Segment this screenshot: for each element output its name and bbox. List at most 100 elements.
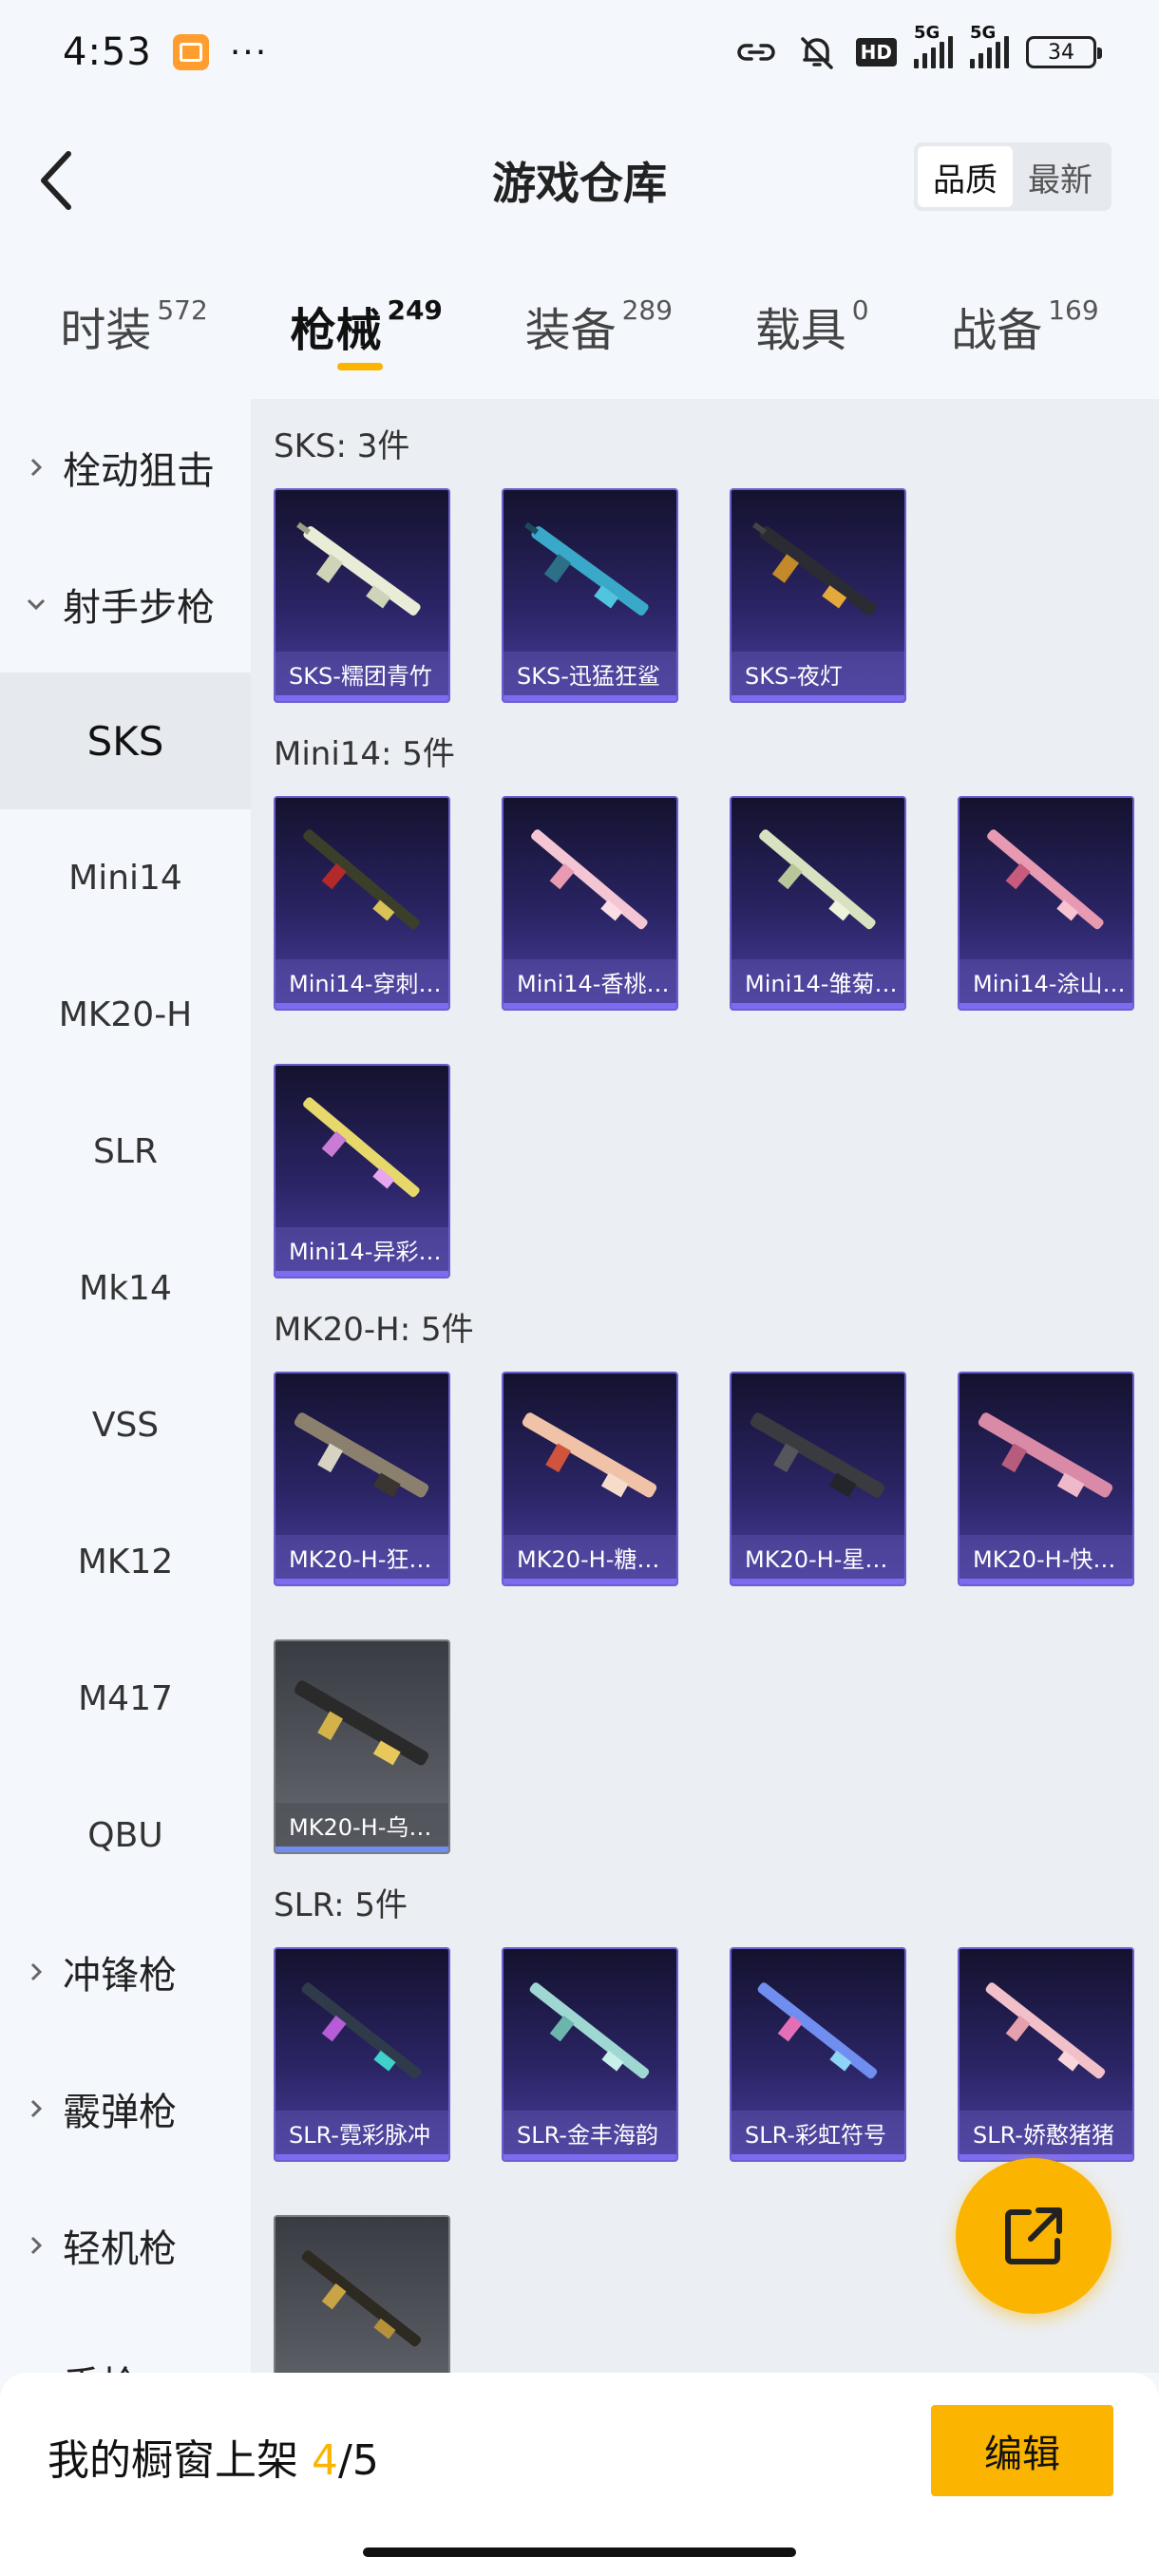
weapon-name: Mini14-异彩… bbox=[276, 1227, 448, 1271]
tab-vehicles[interactable]: 载具 0 bbox=[755, 275, 869, 359]
weapon-card[interactable]: Mini14-涂山… bbox=[958, 796, 1134, 1011]
sidebar-item-mini14[interactable]: Mini14 bbox=[0, 809, 251, 946]
sort-newest-button[interactable]: 最新 bbox=[1013, 146, 1108, 207]
weapon-name: SLR-金丰海韵 bbox=[504, 2111, 676, 2154]
header: 游戏仓库 品质 最新 bbox=[0, 104, 1159, 256]
tab-firearms[interactable]: 枪械 249 bbox=[290, 275, 443, 370]
sort-quality-button[interactable]: 品质 bbox=[918, 146, 1013, 207]
weapon-card[interactable]: MK20-H-快… bbox=[958, 1372, 1134, 1586]
rifle-skin-icon bbox=[985, 1982, 1106, 2079]
weapon-card[interactable]: SLR-霓彩脉冲 bbox=[274, 1947, 450, 2162]
rarity-bar bbox=[276, 1847, 448, 1852]
sidebar-item-mk20h[interactable]: MK20-H bbox=[0, 946, 251, 1083]
tab-equipment[interactable]: 装备 289 bbox=[525, 275, 673, 359]
sidebar-group-pistol[interactable]: 手枪 bbox=[0, 2314, 251, 2373]
share-button[interactable] bbox=[956, 2158, 1112, 2314]
rarity-bar bbox=[504, 1579, 676, 1584]
sidebar-item-mk12[interactable]: MK12 bbox=[0, 1493, 251, 1630]
weapon-card[interactable]: SLR-娇憨猪猪 bbox=[958, 1947, 1134, 2162]
back-arrow-icon[interactable] bbox=[30, 144, 87, 217]
sidebar-group-label: 霰弹枪 bbox=[63, 2091, 177, 2134]
chevron-right-icon bbox=[23, 454, 49, 481]
tab-count: 0 bbox=[851, 294, 869, 326]
weapon-name: MK20-H-乌… bbox=[276, 1803, 448, 1847]
weapon-card[interactable]: SLR-彩虹符号 bbox=[730, 1947, 906, 2162]
weapon-card[interactable]: SKS-夜灯 bbox=[730, 488, 906, 703]
home-indicator[interactable] bbox=[363, 2548, 796, 2557]
rifle-skin-icon bbox=[294, 1412, 429, 1498]
rarity-bar bbox=[504, 1003, 676, 1009]
weapon-card[interactable] bbox=[274, 2215, 450, 2373]
sidebar-group-lmg[interactable]: 轻机枪 bbox=[0, 2177, 251, 2314]
tab-label: 载具 bbox=[754, 304, 846, 357]
battery-level: 34 bbox=[1048, 40, 1074, 65]
weapon-card[interactable]: MK20-H-星… bbox=[730, 1372, 906, 1586]
rifle-skin-icon bbox=[757, 1982, 878, 2079]
page-title: 游戏仓库 bbox=[492, 158, 667, 209]
section-title-mk20h: MK20-H: 5件 bbox=[274, 1311, 474, 1349]
chevron-down-icon bbox=[23, 591, 49, 617]
chevron-right-icon bbox=[23, 2095, 49, 2122]
sidebar-item-sks[interactable]: SKS bbox=[0, 672, 251, 809]
rarity-bar bbox=[960, 1579, 1132, 1584]
sidebar-group-smg[interactable]: 冲锋枪 bbox=[0, 1904, 251, 2040]
weapon-card[interactable]: MK20-H-狂… bbox=[274, 1372, 450, 1586]
weapon-card[interactable]: SKS-迅猛狂鲨 bbox=[502, 488, 678, 703]
rarity-bar bbox=[960, 1003, 1132, 1009]
tab-count: 572 bbox=[157, 294, 208, 326]
more-notifications-icon: ··· bbox=[229, 32, 269, 72]
rifle-skin-icon bbox=[759, 829, 876, 930]
rarity-bar bbox=[276, 1003, 448, 1009]
mute-icon bbox=[800, 37, 833, 69]
rarity-bar bbox=[276, 1579, 448, 1584]
sidebar-group-label: 轻机枪 bbox=[63, 2227, 177, 2271]
sidebar-group-bolt-action[interactable]: 栓动狙击 bbox=[0, 399, 251, 536]
weapon-card[interactable]: Mini14-雏菊… bbox=[730, 796, 906, 1011]
rarity-bar bbox=[276, 1271, 448, 1277]
battery-icon: 34 bbox=[1026, 36, 1102, 68]
edit-button[interactable]: 编辑 bbox=[931, 2405, 1113, 2496]
sidebar-item-vss[interactable]: VSS bbox=[0, 1356, 251, 1493]
tab-supplies[interactable]: 战备 169 bbox=[951, 275, 1098, 359]
rifle-skin-icon bbox=[301, 2250, 422, 2347]
tab-count: 249 bbox=[387, 294, 443, 326]
weapon-category-sidebar: 栓动狙击 射手步枪 SKS Mini14 MK20-H SLR Mk14 VSS… bbox=[0, 399, 251, 2373]
weapon-name: SKS-夜灯 bbox=[732, 652, 904, 695]
rarity-bar bbox=[276, 2154, 448, 2160]
sidebar-item-qbu[interactable]: QBU bbox=[0, 1767, 251, 1904]
tab-fashion[interactable]: 时装 572 bbox=[60, 275, 207, 359]
weapon-card[interactable]: Mini14-香桃… bbox=[502, 796, 678, 1011]
rarity-bar bbox=[504, 2154, 676, 2160]
app-notification-icon bbox=[172, 34, 209, 70]
weapon-name: MK20-H-狂… bbox=[276, 1535, 448, 1579]
weapon-name: Mini14-涂山… bbox=[960, 959, 1132, 1003]
hd-icon: HD bbox=[855, 38, 897, 66]
weapon-card[interactable]: SLR-金丰海韵 bbox=[502, 1947, 678, 2162]
sidebar-group-marksman[interactable]: 射手步枪 bbox=[0, 536, 251, 672]
tab-label: 战备 bbox=[951, 304, 1043, 357]
sidebar-item-mk14[interactable]: Mk14 bbox=[0, 1220, 251, 1356]
weapon-card[interactable]: Mini14-异彩… bbox=[274, 1064, 450, 1279]
sidebar-item-slr[interactable]: SLR bbox=[0, 1083, 251, 1220]
status-bar: 4:53 ··· HD 5G 5G 34 bbox=[0, 0, 1159, 104]
rarity-bar bbox=[732, 1579, 904, 1584]
shelf-total: 5 bbox=[352, 2436, 379, 2485]
sidebar-group-shotgun[interactable]: 霰弹枪 bbox=[0, 2040, 251, 2177]
weapon-card[interactable]: MK20-H-乌… bbox=[274, 1639, 450, 1854]
status-time: 4:53 bbox=[63, 30, 152, 74]
signal-icon-2: 5G bbox=[970, 23, 1009, 68]
tab-count: 289 bbox=[621, 294, 674, 326]
rifle-skin-icon bbox=[978, 1412, 1113, 1498]
rarity-bar bbox=[732, 2154, 904, 2160]
weapon-card[interactable]: MK20-H-糖… bbox=[502, 1372, 678, 1586]
weapon-name: SKS-糯团青竹 bbox=[276, 652, 448, 695]
weapon-card[interactable]: SKS-糯团青竹 bbox=[274, 488, 450, 703]
active-tab-indicator bbox=[337, 363, 384, 370]
rifle-skin-icon bbox=[987, 829, 1104, 930]
weapon-card[interactable]: Mini14-穿刺… bbox=[274, 796, 450, 1011]
sort-toggle: 品质 最新 bbox=[914, 142, 1112, 211]
sidebar-item-m417[interactable]: M417 bbox=[0, 1630, 251, 1767]
weapon-name: SKS-迅猛狂鲨 bbox=[504, 652, 676, 695]
chevron-right-icon bbox=[23, 2232, 49, 2259]
section-title-sks: SKS: 3件 bbox=[274, 427, 410, 465]
